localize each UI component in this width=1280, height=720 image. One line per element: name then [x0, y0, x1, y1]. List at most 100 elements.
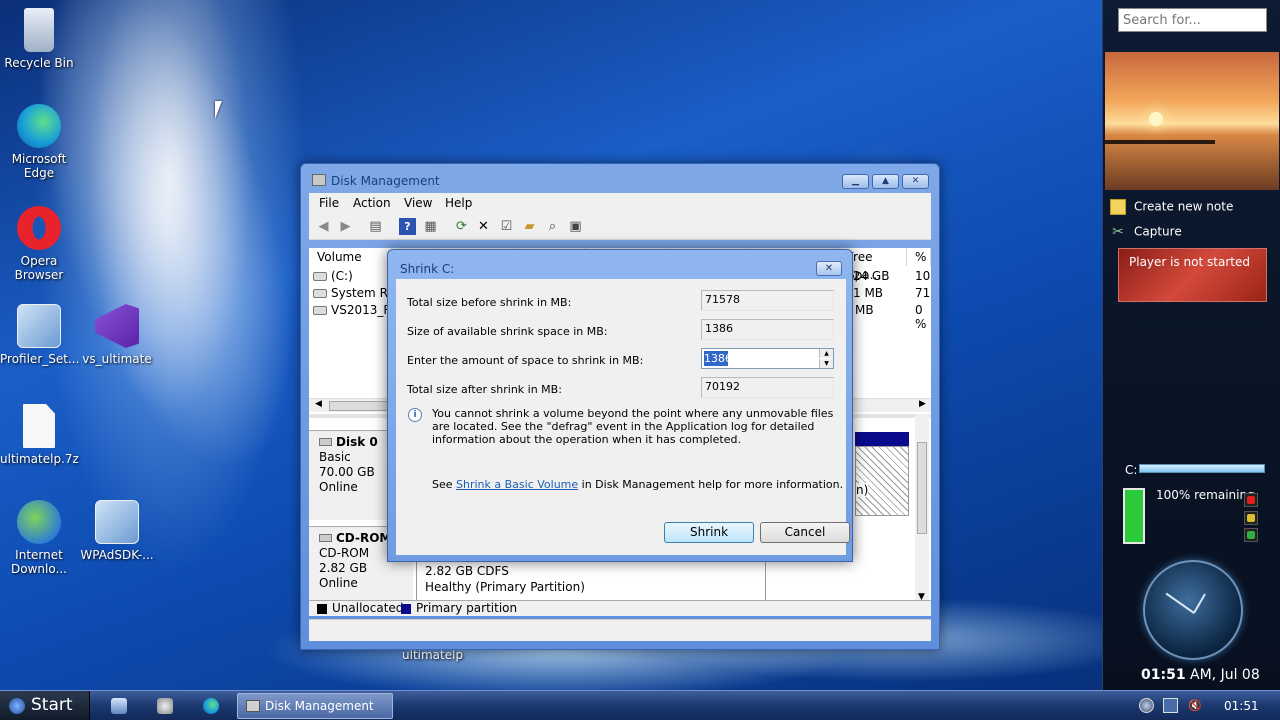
- free-space-cell: .24 GB: [849, 269, 890, 283]
- maximize-button[interactable]: ▲: [872, 174, 899, 189]
- network-globe-icon[interactable]: [1139, 698, 1154, 713]
- media-player-gadget[interactable]: Player is not started: [1118, 248, 1267, 302]
- desktop-icon-internet-download-manager[interactable]: Internet Downlo...: [0, 500, 78, 576]
- scroll-right-icon[interactable]: ▶: [919, 399, 926, 409]
- back-arrow-icon[interactable]: ◀: [315, 218, 332, 235]
- installer-icon: [95, 500, 139, 544]
- desktop-icon-profiler-setup[interactable]: Profiler_Set...: [0, 304, 79, 366]
- table-row[interactable]: VS2013_RT: [313, 303, 398, 317]
- scrollbar-thumb[interactable]: [917, 442, 927, 534]
- disk-management-icon: [312, 174, 326, 186]
- sidebar-search-input[interactable]: [1118, 8, 1267, 32]
- desktop-icon-label: ultimatelp.7z: [0, 452, 79, 466]
- battery-icon: [1123, 488, 1145, 544]
- toolbar: ◀ ▶ ▤ ? ▦ ⟳ ✕ ☑ ▰ ⌕ ▣: [309, 213, 931, 240]
- network-icon[interactable]: [1163, 698, 1178, 713]
- forward-arrow-icon[interactable]: ▶: [337, 218, 354, 235]
- dialog-title: Shrink C:: [400, 262, 455, 276]
- menu-action[interactable]: Action: [353, 196, 391, 210]
- opera-icon: [17, 206, 61, 250]
- cd-icon: [319, 534, 332, 542]
- status-light-red-icon: [1244, 493, 1258, 507]
- scrollbar-thumb[interactable]: [329, 401, 389, 411]
- create-note-link[interactable]: Create new note: [1110, 199, 1233, 215]
- shrink-dialog[interactable]: Shrink C: ✕ Total size before shrink in …: [387, 249, 853, 562]
- minimize-button[interactable]: ▁: [842, 174, 869, 189]
- desktop-icon-label: Microsoft Edge: [11, 152, 67, 180]
- edge-icon[interactable]: [203, 698, 219, 714]
- search-icon[interactable]: ⌕: [544, 218, 561, 235]
- available-space-label: Size of available shrink space in MB:: [407, 325, 608, 338]
- window-titlebar[interactable]: Disk Management ▁ ▲ ✕: [301, 164, 939, 192]
- drive-meter-label: C:: [1125, 463, 1138, 477]
- disk-status: Online: [319, 576, 358, 590]
- free-space-cell: 1 MB: [853, 286, 884, 300]
- table-row[interactable]: System Re: [313, 286, 395, 300]
- open-folder-icon[interactable]: ▰: [521, 218, 538, 235]
- dialog-close-button[interactable]: ✕: [816, 261, 842, 276]
- show-desktop-icon[interactable]: [111, 698, 127, 714]
- window-title: Disk Management: [331, 174, 440, 188]
- clock-hour-hand: [1193, 593, 1206, 614]
- shrink-amount-stepper[interactable]: ▲ ▼: [701, 348, 834, 369]
- desktop-icon-ultimatelp-7z[interactable]: ultimatelp.7z: [0, 404, 79, 466]
- properties-icon[interactable]: ▦: [422, 218, 439, 235]
- vertical-scrollbar[interactable]: ▼: [915, 414, 929, 608]
- download-manager-icon: [17, 500, 61, 544]
- spin-up-button[interactable]: ▲: [819, 349, 833, 358]
- taskbar-clock[interactable]: 01:51: [1224, 699, 1259, 713]
- taskbar-item-label: Disk Management: [265, 699, 374, 713]
- dialog-body: Total size before shrink in MB: 71578 Si…: [396, 279, 850, 555]
- delete-icon[interactable]: ✕: [475, 218, 492, 235]
- spin-down-button[interactable]: ▼: [819, 359, 833, 368]
- shrink-amount-input[interactable]: [704, 351, 816, 366]
- cancel-button[interactable]: Cancel: [760, 522, 850, 543]
- disk-name-text: CD-ROM: [336, 531, 392, 545]
- capture-link[interactable]: ✂ Capture: [1110, 224, 1182, 240]
- legend-swatch-unallocated: [317, 604, 327, 614]
- scroll-left-icon[interactable]: ◀: [315, 399, 322, 409]
- slideshow-gadget[interactable]: [1105, 52, 1279, 190]
- menu-file[interactable]: File: [319, 196, 339, 210]
- help-link[interactable]: Shrink a Basic Volume: [456, 478, 578, 491]
- windows-logo-icon: [9, 698, 25, 714]
- check-icon[interactable]: ☑: [498, 218, 515, 235]
- help-prefix: See: [432, 478, 457, 491]
- installer-icon: [17, 304, 61, 348]
- drive-icon: [313, 272, 327, 281]
- analog-clock-icon: [1143, 560, 1243, 660]
- cd-drive-icon: [313, 306, 327, 315]
- desktop-icon-opera-browser[interactable]: Opera Browser: [0, 206, 78, 282]
- table-row[interactable]: (C:): [313, 269, 353, 283]
- shrink-button[interactable]: Shrink: [664, 522, 754, 543]
- partition-bar-primary[interactable]: [855, 432, 909, 446]
- desktop-icon-label-hidden: ultimatelp: [402, 648, 464, 662]
- refresh-icon[interactable]: ⟳: [453, 218, 470, 235]
- show-hide-tree-icon[interactable]: ▤: [367, 218, 384, 235]
- sidebar-time: 01:51 AM, Jul 08: [1141, 667, 1260, 683]
- desktop-icon-vs-ultimate[interactable]: vs_ultimate: [78, 304, 156, 366]
- help-icon[interactable]: ?: [399, 218, 416, 235]
- switch-windows-icon[interactable]: [157, 698, 173, 714]
- desktop-icon-label: Opera Browser: [14, 254, 64, 282]
- visual-studio-icon: [95, 304, 139, 348]
- start-button[interactable]: Start: [0, 691, 90, 720]
- menu-view[interactable]: View: [404, 196, 432, 210]
- column-header-percent[interactable]: %: [907, 248, 931, 266]
- taskbar-item-disk-management[interactable]: Disk Management: [237, 693, 393, 719]
- drive-icon: [313, 289, 327, 298]
- drive-usage-bar: [1139, 464, 1265, 473]
- desktop-icon-recycle-bin[interactable]: Recycle Bin: [0, 8, 78, 70]
- settings-icon[interactable]: ▣: [567, 218, 584, 235]
- desktop-icon-wpadsdk[interactable]: WPAdSDK-...: [78, 500, 156, 562]
- partition-block[interactable]: n): [855, 446, 909, 516]
- disk-size: 2.82 GB: [319, 561, 368, 575]
- menu-help[interactable]: Help: [445, 196, 472, 210]
- desktop-icon-microsoft-edge[interactable]: Microsoft Edge: [0, 104, 78, 180]
- desktop-icon-label: WPAdSDK-...: [80, 548, 154, 562]
- close-button[interactable]: ✕: [902, 174, 929, 189]
- partition-note: n): [856, 483, 869, 497]
- clock-minute-hand: [1165, 592, 1195, 614]
- sunset-pier: [1105, 140, 1215, 144]
- volume-muted-icon[interactable]: 🔇: [1188, 698, 1203, 713]
